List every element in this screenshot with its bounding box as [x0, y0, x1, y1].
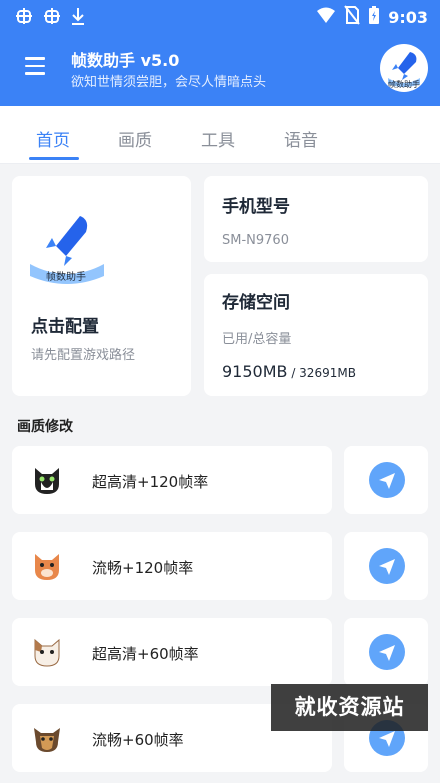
app-bar: 帧数助手 v5.0 欲知世情须尝胆，会尽人情暗点头 帧数助手 — [0, 32, 440, 106]
status-time: 9:03 — [388, 7, 428, 27]
status-left-icons — [14, 6, 86, 30]
send-icon — [369, 634, 405, 670]
apply-button[interactable] — [344, 532, 428, 600]
send-icon — [369, 462, 405, 498]
section-title: 画质修改 — [17, 419, 73, 435]
quality-option-row[interactable]: 超高清+60帧率 — [12, 618, 332, 686]
tab-quality[interactable]: 画质 — [118, 126, 152, 151]
app-subtitle: 欲知世情须尝胆，会尽人情暗点头 — [71, 75, 267, 90]
config-card[interactable]: 帧数助手 点击配置 请先配置游戏路径 — [12, 176, 191, 396]
config-subtitle: 请先配置游戏路径 — [31, 348, 136, 363]
storage-subtitle: 已用/总容量 — [222, 332, 292, 347]
apply-button[interactable] — [344, 618, 428, 686]
no-sim-icon — [344, 5, 360, 29]
storage-separator: / — [287, 366, 300, 380]
storage-value: 9150MB / 32691MB — [222, 362, 356, 381]
storage-card: 存储空间 已用/总容量 9150MB / 32691MB — [204, 274, 428, 396]
download-icon — [70, 6, 86, 30]
quality-option-row[interactable]: 超高清+120帧率 — [12, 446, 332, 514]
device-title: 手机型号 — [222, 197, 290, 217]
quality-option-label: 超高清+120帧率 — [92, 473, 209, 491]
battery-icon — [368, 5, 380, 29]
app-logo-text: 帧数助手 — [388, 80, 420, 89]
yorkie-dog-icon — [34, 728, 60, 752]
device-card: 手机型号 SM-N9760 — [204, 176, 428, 262]
config-title: 点击配置 — [31, 317, 99, 337]
quality-option-label: 流畅+120帧率 — [92, 559, 194, 577]
tab-home[interactable]: 首页 — [36, 126, 70, 151]
app-title: 帧数助手 v5.0 — [71, 51, 180, 70]
active-tab-indicator — [29, 157, 79, 160]
send-icon — [369, 548, 405, 584]
status-bar: 9:03 — [0, 0, 440, 32]
status-right-icons: 9:03 — [316, 5, 428, 29]
storage-used: 9150MB — [222, 362, 288, 381]
black-white-cat-icon — [35, 468, 59, 494]
wifi-icon — [316, 6, 336, 28]
device-model: SM-N9760 — [222, 233, 289, 248]
bug-icon — [14, 6, 34, 30]
quality-option-label: 超高清+60帧率 — [92, 645, 199, 663]
bug-icon — [42, 6, 62, 30]
watermark-overlay: 就收资源站 — [271, 684, 428, 731]
app-logo-avatar[interactable]: 帧数助手 — [380, 44, 428, 92]
tab-tools[interactable]: 工具 — [201, 126, 235, 151]
menu-button[interactable] — [25, 57, 45, 75]
calico-cat-icon — [34, 638, 60, 667]
tab-voice[interactable]: 语音 — [284, 126, 318, 151]
rocket-badge-text: 帧数助手 — [46, 272, 86, 283]
orange-cat-icon — [35, 554, 59, 580]
tab-bar: 首页 画质 工具 语音 — [0, 106, 440, 164]
quality-option-label: 流畅+60帧率 — [92, 731, 184, 749]
storage-title: 存储空间 — [222, 293, 290, 313]
quality-option-row[interactable]: 流畅+120帧率 — [12, 532, 332, 600]
apply-button[interactable] — [344, 446, 428, 514]
storage-total: 32691MB — [299, 366, 356, 380]
